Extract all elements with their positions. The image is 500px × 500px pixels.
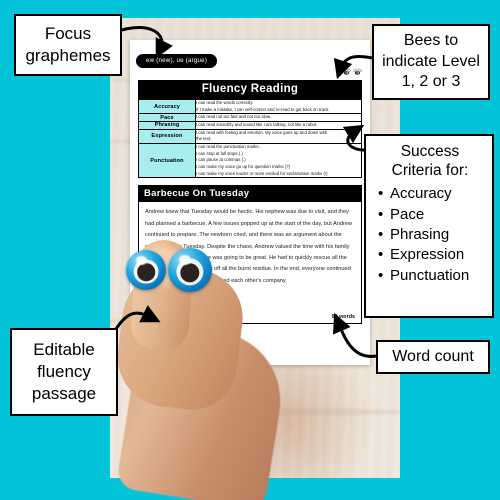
callout-bees-indicate: Bees to indicate Level 1, 2 or 3 [372, 24, 490, 100]
list-item: Accuracy [378, 184, 486, 205]
list-item: Phrasing [378, 225, 486, 246]
success-criteria-title: Success Criteria for: [391, 143, 469, 179]
success-criteria-list: Accuracy Pace Phrasing Expression Punctu… [374, 184, 486, 286]
callout-word-count: Word count [376, 340, 490, 374]
list-item: Pace [378, 205, 486, 226]
callout-editable-passage: Editable fluency passage [10, 328, 118, 416]
list-item: Punctuation [378, 266, 486, 287]
list-item: Expression [378, 245, 486, 266]
googly-eye-icon [126, 250, 166, 290]
callout-focus-graphemes: Focus graphemes [14, 14, 122, 76]
screenshot-stage: ew (new), ue (argue) Fluency Reading Acc… [0, 0, 500, 500]
callout-success-criteria: Success Criteria for: Accuracy Pace Phra… [364, 134, 494, 318]
googly-eye-icon [168, 248, 212, 292]
